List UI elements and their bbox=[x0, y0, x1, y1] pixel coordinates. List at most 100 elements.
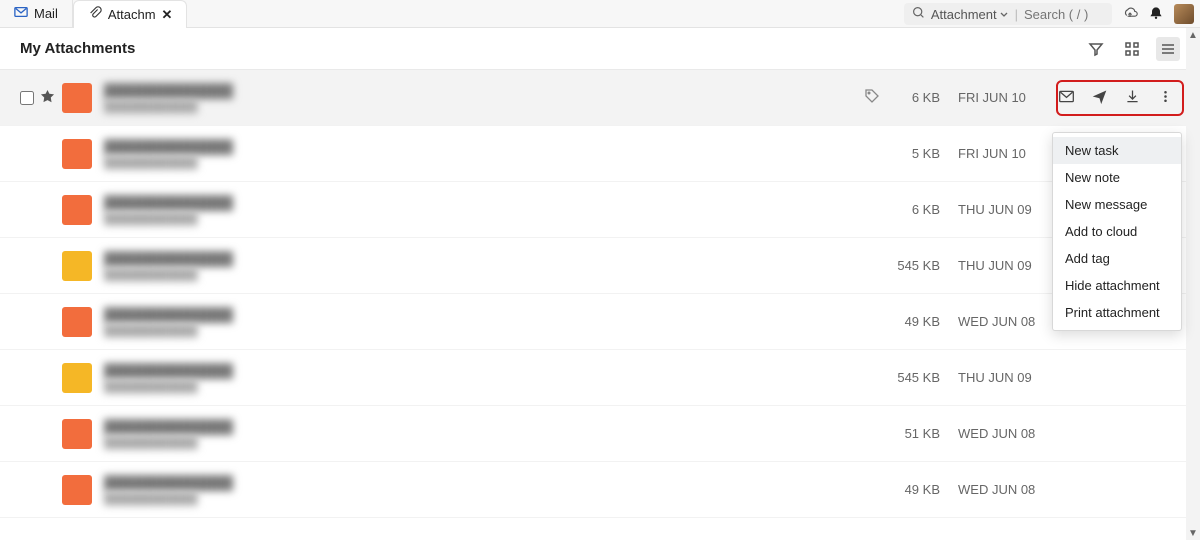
file-name: ██████████████ bbox=[104, 419, 233, 434]
tag-icon[interactable] bbox=[864, 88, 880, 107]
tab-mail[interactable]: Mail bbox=[0, 0, 73, 27]
filter-button[interactable] bbox=[1084, 37, 1108, 61]
tab-label: Attachm bbox=[108, 7, 156, 22]
menu-item-hide-attachment[interactable]: Hide attachment bbox=[1053, 272, 1181, 299]
file-meta: ████████████ bbox=[104, 493, 198, 505]
file-size: 51 KB bbox=[880, 426, 940, 441]
page-title: My Attachments bbox=[20, 40, 135, 57]
mail-app-icon bbox=[14, 5, 28, 22]
file-date: THU JUN 09 bbox=[940, 370, 1060, 385]
search-input[interactable] bbox=[1024, 7, 1104, 22]
sub-header: My Attachments bbox=[0, 28, 1200, 70]
star-icon[interactable] bbox=[40, 89, 55, 107]
file-thumbnail bbox=[62, 251, 92, 281]
file-meta: ████████████ bbox=[104, 381, 198, 393]
file-thumbnail bbox=[62, 475, 92, 505]
file-name-block: ██████████████████████████ bbox=[104, 475, 880, 505]
file-meta: ████████████ bbox=[104, 157, 198, 169]
file-name-block: ██████████████████████████ bbox=[104, 139, 880, 169]
attachment-row[interactable]: ██████████████████████████51 KBWED JUN 0… bbox=[0, 406, 1200, 462]
attachment-row[interactable]: ██████████████████████████545 KBTHU JUN … bbox=[0, 238, 1200, 294]
file-name: ██████████████ bbox=[104, 363, 233, 378]
tab-label: Mail bbox=[34, 6, 58, 21]
close-tab-icon[interactable]: ✕ bbox=[162, 7, 173, 23]
file-meta: ████████████ bbox=[104, 437, 198, 449]
more-icon[interactable] bbox=[1157, 88, 1174, 108]
file-thumbnail bbox=[62, 83, 92, 113]
context-menu: New taskNew noteNew messageAdd to cloudA… bbox=[1052, 132, 1182, 331]
menu-item-add-to-cloud[interactable]: Add to cloud bbox=[1053, 218, 1181, 245]
attachment-row[interactable]: ██████████████████████████6 KBFRI JUN 10 bbox=[0, 70, 1200, 126]
menu-item-add-tag[interactable]: Add tag bbox=[1053, 245, 1181, 272]
file-size: 545 KB bbox=[880, 370, 940, 385]
search-divider: | bbox=[1015, 7, 1018, 22]
mail-icon[interactable] bbox=[1058, 88, 1075, 108]
file-date: WED JUN 08 bbox=[940, 426, 1060, 441]
file-thumbnail bbox=[62, 139, 92, 169]
view-controls bbox=[1084, 37, 1180, 61]
chevron-down-icon bbox=[999, 7, 1009, 22]
file-name: ██████████████ bbox=[104, 195, 233, 210]
file-thumbnail bbox=[62, 307, 92, 337]
attachment-row[interactable]: ██████████████████████████49 KBWED JUN 0… bbox=[0, 462, 1200, 518]
tab-bar: Mail Attachm ✕ Attachment | bbox=[0, 0, 1200, 28]
file-thumbnail bbox=[62, 195, 92, 225]
file-name-block: ██████████████████████████ bbox=[104, 363, 880, 393]
list-view-button[interactable] bbox=[1156, 37, 1180, 61]
file-size: 6 KB bbox=[880, 90, 940, 105]
file-name-block: ██████████████████████████ bbox=[104, 251, 880, 281]
file-date: FRI JUN 10 bbox=[940, 146, 1060, 161]
cloud-sync-icon[interactable] bbox=[1122, 5, 1138, 24]
file-name-block: ██████████████████████████ bbox=[104, 307, 880, 337]
menu-item-new-message[interactable]: New message bbox=[1053, 191, 1181, 218]
grid-view-button[interactable] bbox=[1120, 37, 1144, 61]
attachment-row[interactable]: ██████████████████████████5 KBFRI JUN 10 bbox=[0, 126, 1200, 182]
file-date: THU JUN 09 bbox=[940, 258, 1060, 273]
file-size: 545 KB bbox=[880, 258, 940, 273]
scroll-down-icon[interactable]: ▼ bbox=[1186, 526, 1200, 540]
row-checkbox[interactable] bbox=[20, 91, 34, 105]
file-size: 49 KB bbox=[880, 482, 940, 497]
file-meta: ████████████ bbox=[104, 269, 198, 281]
scroll-up-icon[interactable]: ▲ bbox=[1186, 28, 1200, 42]
menu-item-print-attachment[interactable]: Print attachment bbox=[1053, 299, 1181, 326]
file-meta: ████████████ bbox=[104, 325, 198, 337]
file-thumbnail bbox=[62, 363, 92, 393]
attachment-row[interactable]: ██████████████████████████49 KBWED JUN 0… bbox=[0, 294, 1200, 350]
top-right-controls: Attachment | bbox=[904, 0, 1194, 28]
attachment-tab-icon bbox=[88, 6, 102, 23]
file-thumbnail bbox=[62, 419, 92, 449]
file-name-block: ██████████████████████████ bbox=[104, 419, 880, 449]
menu-item-new-note[interactable]: New note bbox=[1053, 164, 1181, 191]
file-date: WED JUN 08 bbox=[940, 482, 1060, 497]
send-icon[interactable] bbox=[1091, 88, 1108, 108]
file-name: ██████████████ bbox=[104, 475, 233, 490]
file-name: ██████████████ bbox=[104, 139, 233, 154]
file-date: THU JUN 09 bbox=[940, 202, 1060, 217]
file-name: ██████████████ bbox=[104, 83, 233, 98]
file-name-block: ██████████████████████████ bbox=[104, 83, 864, 113]
attachment-list: ██████████████████████████6 KBFRI JUN 10… bbox=[0, 70, 1200, 518]
file-size: 5 KB bbox=[880, 146, 940, 161]
file-name: ██████████████ bbox=[104, 307, 233, 322]
file-size: 49 KB bbox=[880, 314, 940, 329]
file-meta: ████████████ bbox=[104, 101, 198, 113]
vertical-scrollbar[interactable]: ▲ ▼ bbox=[1186, 28, 1200, 540]
tab-attachments[interactable]: Attachm ✕ bbox=[73, 0, 188, 28]
search-box[interactable]: Attachment | bbox=[904, 3, 1112, 25]
file-date: FRI JUN 10 bbox=[940, 90, 1060, 105]
notifications-icon[interactable] bbox=[1148, 5, 1164, 24]
file-name-block: ██████████████████████████ bbox=[104, 195, 880, 225]
download-icon[interactable] bbox=[1124, 88, 1141, 108]
attachment-row[interactable]: ██████████████████████████6 KBTHU JUN 09 bbox=[0, 182, 1200, 238]
search-scope-label: Attachment bbox=[931, 7, 997, 22]
user-avatar[interactable] bbox=[1174, 4, 1194, 24]
file-name: ██████████████ bbox=[104, 251, 233, 266]
menu-item-new-task[interactable]: New task bbox=[1053, 137, 1181, 164]
row-actions bbox=[1060, 84, 1180, 112]
search-icon bbox=[912, 6, 925, 22]
attachment-row[interactable]: ██████████████████████████545 KBTHU JUN … bbox=[0, 350, 1200, 406]
file-date: WED JUN 08 bbox=[940, 314, 1060, 329]
search-scope-dropdown[interactable]: Attachment bbox=[931, 7, 1009, 22]
file-meta: ████████████ bbox=[104, 213, 198, 225]
